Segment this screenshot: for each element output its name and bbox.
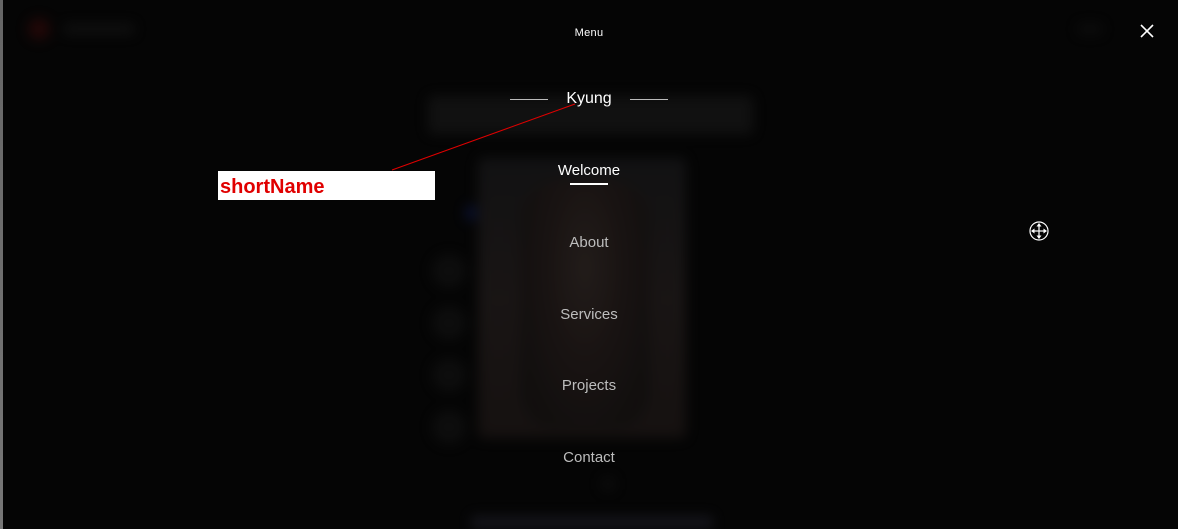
page: Menu Kyung Welcome About Services Projec…	[0, 0, 1178, 529]
annotation-leader-line	[391, 103, 576, 171]
move-cursor-icon	[1028, 220, 1050, 242]
annotation-label: shortName	[218, 171, 435, 200]
